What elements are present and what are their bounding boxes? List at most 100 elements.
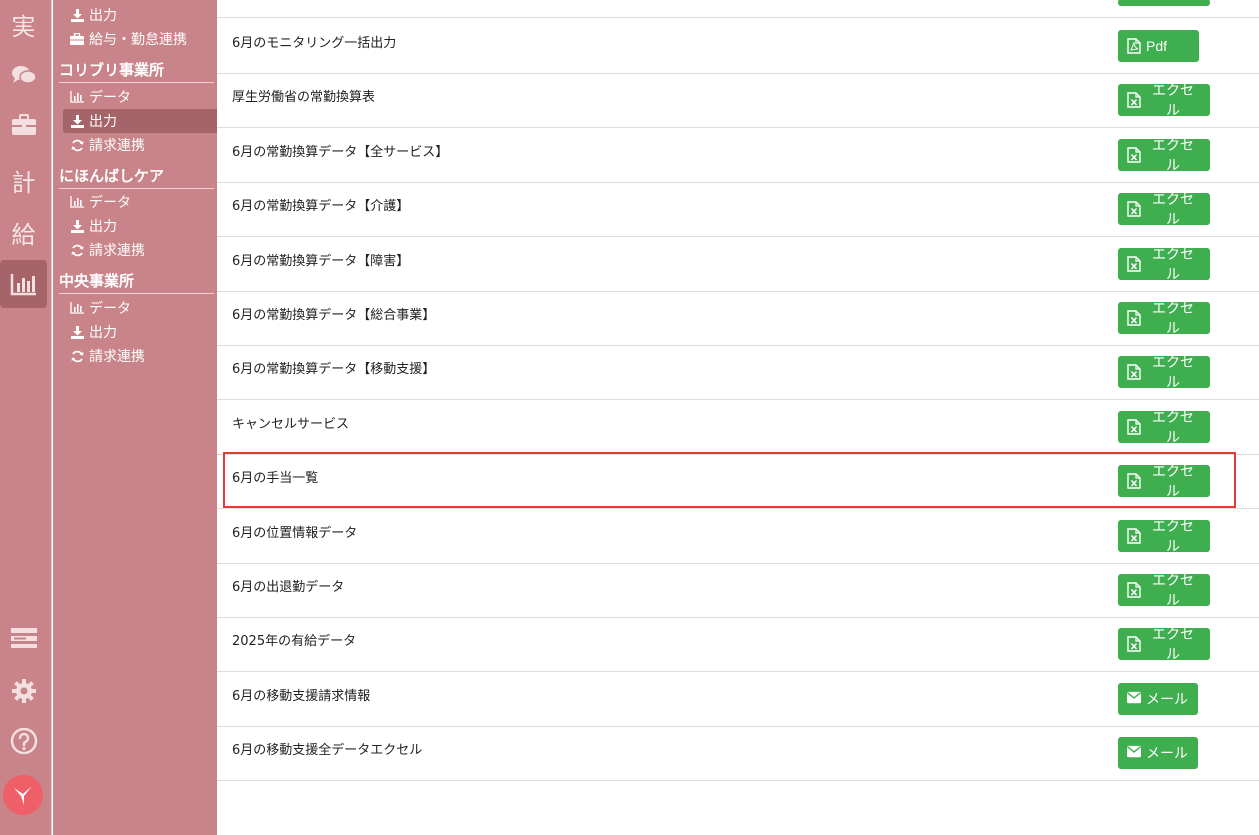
excel-file-icon [1127,310,1141,326]
nav-item-label: 出力 [89,325,117,341]
row-label: 6月の移動支援全データエクセル [232,743,423,758]
sub-navigation: 出力 給与・勤怠連携 コリブリ事業所 データ 出力 請求連携 にほんばしケア デ… [53,0,217,835]
output-list: 6月のモニタリング一括出力 Pdf 厚生労働省の常勤換算表 エクセル 6月の常勤換算デー… [217,0,1259,835]
excel-file-icon [1127,92,1141,108]
row-label: 6月の常勤換算データ【介護】 [232,199,410,214]
pdf-download-button[interactable]: Pdf [1118,30,1199,62]
rail-item-keikaku[interactable]: 計 [0,156,47,204]
nav-item-output[interactable]: 出力 [63,214,217,238]
envelope-icon [1127,745,1141,761]
excel-download-button[interactable]: エクセル [1118,463,1210,499]
excel-download-button[interactable]: エクセル [1118,518,1210,554]
chart-icon[interactable] [0,260,47,308]
nav-item-billing-link[interactable]: 請求連携 [63,344,217,368]
row-label: 6月の常勤換算データ【総合事業】 [232,308,436,323]
help-icon[interactable] [0,717,47,765]
nav-item-label: 請求連携 [89,349,145,365]
button-label: メール [1146,691,1188,707]
excel-file-icon [1127,147,1141,163]
button-label: エクセル [1152,137,1194,173]
rail-item-kyuyo[interactable]: 給 [0,208,47,256]
excel-download-button[interactable]: エクセル [1118,572,1210,608]
excel-file-icon [1127,256,1141,272]
excel-download-button[interactable]: エクセル [1118,137,1210,173]
nav-item-label: 出力 [89,114,117,130]
table-row: 6月の常勤換算データ【総合事業】 エクセル [217,291,1259,346]
nav-item-output[interactable]: 出力 [63,320,217,344]
excel-download-button[interactable]: エクセル [1118,354,1210,390]
table-row: 6月の出退勤データ エクセル [217,563,1259,618]
button-label: エクセル [1152,300,1194,336]
nav-item-output-top[interactable]: 出力 [63,3,217,27]
excel-file-icon [1127,528,1141,544]
excel-download-button[interactable]: エクセル [1118,191,1210,227]
button-label: エクセル [1152,354,1194,390]
chart-icon [70,301,84,315]
briefcase-icon[interactable] [0,101,47,149]
nav-item-payroll-link[interactable]: 給与・勤怠連携 [63,27,217,51]
download-icon [70,114,84,128]
refresh-icon [70,243,84,257]
table-row: 6月の常勤換算データ【移動支援】 エクセル [217,345,1259,400]
envelope-icon [1127,691,1141,707]
nav-item-label: 出力 [89,219,117,235]
nav-item-label: 請求連携 [89,243,145,259]
excel-file-icon [1127,473,1141,489]
download-icon [70,325,84,339]
table-row: 6月のモニタリング一括出力 Pdf [217,19,1259,74]
table-row: 6月の常勤換算データ【障害】 エクセル [217,237,1259,292]
table-row: 6月の位置情報データ エクセル [217,509,1259,564]
nav-item-data[interactable]: データ [63,190,217,214]
section-title-chuo: 中央事業所 [59,268,214,294]
row-label: キャンセルサービス [232,417,350,432]
row-label: 6月の位置情報データ [232,526,358,541]
mail-download-button[interactable]: メール [1118,683,1198,715]
button-label: エクセル [1152,191,1194,227]
nav-item-billing-link[interactable]: 請求連携 [63,133,217,157]
gear-icon[interactable] [0,667,47,715]
download-icon [70,8,84,22]
list-icon[interactable] [0,614,47,662]
row-label: 6月の常勤換算データ【全サービス】 [232,145,449,160]
table-row [217,0,1259,18]
nav-item-output[interactable]: 出力 [63,109,217,133]
button-label: エクセル [1152,572,1194,608]
button-label: メール [1146,745,1188,761]
chart-icon [70,195,84,209]
nav-item-label: 請求連携 [89,138,145,154]
table-row: 厚生労働省の常勤換算表 エクセル [217,73,1259,128]
logo-icon[interactable] [3,775,43,815]
excel-download-button[interactable]: エクセル [1118,82,1210,118]
mail-download-button[interactable]: メール [1118,737,1198,769]
rail-item-jisseki[interactable]: 実 [0,0,47,48]
nav-item-billing-link[interactable]: 請求連携 [63,238,217,262]
button-label: エクセル [1152,518,1194,554]
section-title-nihonbashi: にほんばしケア [59,163,214,189]
button-label: エクセル [1152,463,1194,499]
refresh-icon [70,349,84,363]
table-row: 6月の手当一覧 エクセル [217,454,1259,509]
button-label: エクセル [1152,409,1194,445]
rail-item-label: 実 [11,12,36,41]
nav-item-data[interactable]: データ [63,85,217,109]
briefcase-icon [70,32,84,46]
nav-item-data[interactable]: データ [63,296,217,320]
nav-item-label: データ [89,195,131,211]
row-label: 6月の移動支援請求情報 [232,689,371,704]
rail-item-label: 計 [11,168,36,197]
partial-excel-button[interactable] [1118,0,1210,6]
chart-icon [70,90,84,104]
button-label: Pdf [1146,38,1168,54]
excel-download-button[interactable]: エクセル [1118,409,1210,445]
chat-icon[interactable] [0,51,47,99]
table-row: 6月の移動支援請求情報 メール [217,672,1259,727]
button-label: エクセル [1152,82,1194,118]
row-label: 6月のモニタリング一括出力 [232,36,397,51]
refresh-icon [70,138,84,152]
table-row: 2025年の有給データ エクセル [217,617,1259,672]
excel-download-button[interactable]: エクセル [1118,300,1210,336]
button-label: エクセル [1152,246,1194,282]
excel-download-button[interactable]: エクセル [1118,626,1210,662]
excel-download-button[interactable]: エクセル [1118,246,1210,282]
row-label: 6月の出退勤データ [232,580,345,595]
